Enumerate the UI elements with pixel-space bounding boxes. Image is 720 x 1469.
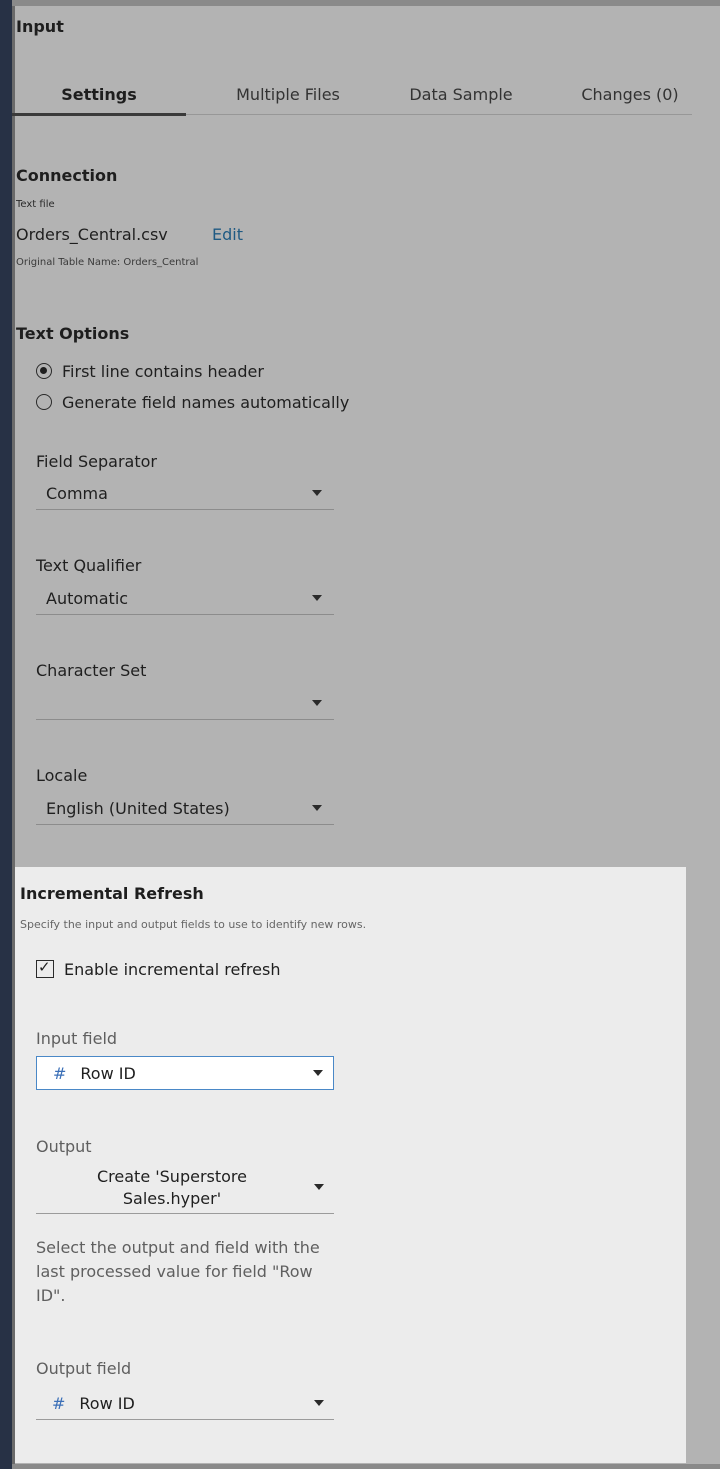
field-separator-value: Comma bbox=[46, 484, 108, 503]
locale-label: Locale bbox=[36, 766, 88, 785]
radio-first-line-header-label: First line contains header bbox=[62, 361, 264, 381]
incremental-refresh-title: Incremental Refresh bbox=[20, 884, 204, 903]
left-edge bbox=[0, 0, 12, 1469]
panel-title: Input bbox=[16, 17, 64, 36]
chevron-down-icon bbox=[314, 1400, 324, 1406]
character-set-dropdown[interactable] bbox=[36, 688, 334, 720]
bottom-border bbox=[12, 1464, 720, 1469]
output-field-dropdown[interactable]: # Row ID bbox=[36, 1388, 334, 1420]
connection-title: Connection bbox=[16, 166, 118, 185]
radio-selected[interactable] bbox=[36, 363, 52, 379]
enable-incremental-refresh-checkbox[interactable]: ✓ Enable incremental refresh bbox=[36, 957, 280, 981]
original-table-name: Original Table Name: Orders_Central bbox=[16, 257, 199, 268]
input-field-dropdown[interactable]: # Row ID bbox=[36, 1056, 334, 1090]
tab-multiple-files[interactable]: Multiple Files bbox=[204, 78, 372, 112]
chevron-down-icon bbox=[312, 805, 322, 811]
chevron-down-icon bbox=[312, 595, 322, 601]
number-type-icon: # bbox=[53, 1063, 67, 1083]
output-value-line2: Sales.hyper' bbox=[122, 1189, 222, 1208]
output-value-line1: Create 'Superstore bbox=[97, 1167, 247, 1186]
connection-type: Text file bbox=[16, 199, 55, 210]
field-separator-dropdown[interactable]: Comma bbox=[36, 478, 334, 510]
enable-incremental-refresh-label: Enable incremental refresh bbox=[64, 959, 281, 979]
active-tab-indicator bbox=[12, 113, 186, 116]
radio-unselected[interactable] bbox=[36, 394, 52, 410]
edit-connection-link[interactable]: Edit bbox=[212, 225, 243, 244]
radio-generate-field-names[interactable]: Generate field names automatically bbox=[36, 390, 349, 414]
text-qualifier-label: Text Qualifier bbox=[36, 556, 142, 575]
checkbox-checked[interactable]: ✓ bbox=[36, 958, 54, 978]
incremental-refresh-description: Specify the input and output fields to u… bbox=[20, 918, 367, 931]
input-field-label: Input field bbox=[36, 1029, 118, 1048]
output-field-value: Row ID bbox=[79, 1394, 135, 1413]
tab-settings[interactable]: Settings bbox=[12, 78, 186, 112]
text-qualifier-value: Automatic bbox=[46, 589, 129, 608]
tab-changes[interactable]: Changes (0) bbox=[556, 78, 704, 112]
tab-data-sample[interactable]: Data Sample bbox=[380, 78, 542, 112]
checkmark-icon: ✓ bbox=[38, 958, 51, 976]
input-field-value: Row ID bbox=[80, 1063, 136, 1083]
radio-first-line-header[interactable]: First line contains header bbox=[36, 359, 264, 383]
locale-value: English (United States) bbox=[46, 799, 230, 818]
chevron-down-icon bbox=[312, 490, 322, 496]
output-label: Output bbox=[36, 1137, 92, 1156]
output-help-text: Select the output and field with the las… bbox=[36, 1238, 320, 1305]
locale-dropdown[interactable]: English (United States) bbox=[36, 793, 334, 825]
chevron-down-icon bbox=[312, 700, 322, 706]
field-separator-label: Field Separator bbox=[36, 452, 157, 471]
output-value: Create 'Superstore Sales.hyper' bbox=[76, 1166, 268, 1210]
radio-generate-field-names-label: Generate field names automatically bbox=[62, 392, 350, 412]
output-dropdown[interactable]: Create 'Superstore Sales.hyper' bbox=[36, 1162, 334, 1214]
text-options-title: Text Options bbox=[16, 324, 130, 343]
character-set-label: Character Set bbox=[36, 661, 147, 680]
text-qualifier-dropdown[interactable]: Automatic bbox=[36, 583, 334, 615]
connection-file-name: Orders_Central.csv bbox=[16, 225, 168, 244]
output-field-label: Output field bbox=[36, 1359, 132, 1378]
chevron-down-icon bbox=[314, 1184, 324, 1190]
number-type-icon: # bbox=[52, 1394, 66, 1413]
chevron-down-icon bbox=[313, 1070, 323, 1076]
